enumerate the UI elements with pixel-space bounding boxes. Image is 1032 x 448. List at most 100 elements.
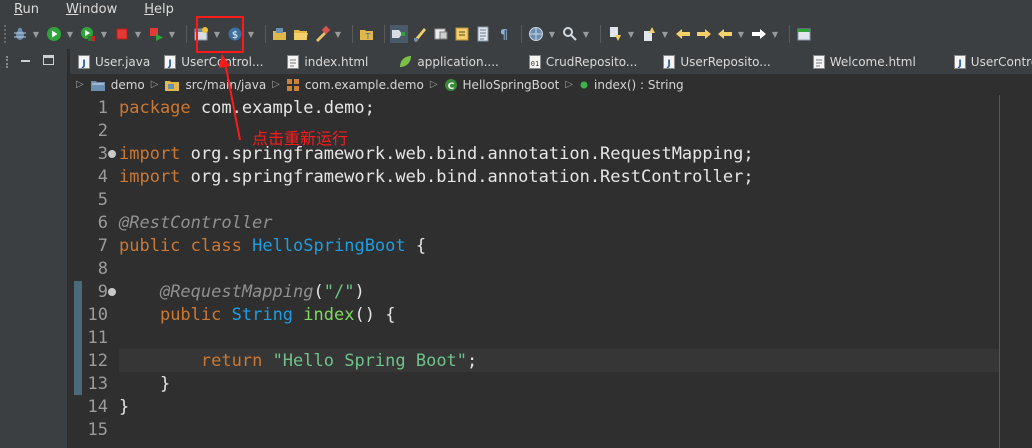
toggle-block-selection-button[interactable] [432, 25, 450, 43]
code-editor[interactable]: 1 2 3 4 5 6 7 8 9 10 11 12 13 14 15 pack… [70, 95, 1032, 448]
breadcrumb-item-source-folder[interactable]: src/main/java [164, 78, 266, 92]
svg-text:01: 01 [531, 60, 539, 68]
previous-edit-button[interactable] [674, 25, 692, 43]
debug-icon [14, 27, 26, 40]
relaunch-dropdown[interactable]: ▼ [168, 25, 176, 43]
open-folder-button[interactable] [292, 25, 310, 43]
minimize-icon[interactable] [21, 60, 30, 62]
line-number: 5 [97, 190, 108, 210]
show-whitespace-icon: ¶ [500, 28, 508, 42]
search-button[interactable] [561, 25, 579, 43]
svg-text:J: J [957, 59, 961, 69]
debug-button[interactable] [11, 25, 29, 43]
class-file-icon: 01 [528, 54, 541, 69]
previous-annotation-button[interactable] [640, 25, 658, 43]
line-number: 6 [97, 213, 108, 233]
maximize-icon[interactable] [43, 55, 54, 65]
tab-index-html[interactable]: index.html [269, 49, 374, 74]
breadcrumb-item-package[interactable]: com.example.demo [286, 78, 424, 92]
tab-crudrepository[interactable]: 01 CrudReposito... [505, 49, 644, 74]
line-number: 7 [97, 236, 108, 256]
class-icon: C [444, 78, 457, 92]
breadcrumb-separator-icon: ▷ [429, 79, 438, 90]
run-coverage-button[interactable] [79, 25, 97, 43]
terminate-dropdown[interactable]: ▼ [134, 25, 142, 43]
tab-usercontroller-2[interactable]: J UserContro... [922, 49, 1032, 74]
annotation-token: @RequestMapping [159, 282, 314, 302]
menu-bar: Run Window Help [0, 0, 1032, 19]
code-area[interactable]: package com.example.demo; import org.spr… [119, 95, 999, 448]
tab-label: UserReposito... [680, 54, 771, 69]
open-type-icon: T [360, 30, 373, 41]
breadcrumb-item-project[interactable]: demo [90, 78, 145, 92]
previous-annotation-dropdown[interactable]: ▼ [661, 25, 669, 43]
breadcrumb: ▷ demo ▷ src/main/java ▷ com.example.dem… [70, 74, 1032, 95]
code-line: public String index() { [119, 304, 395, 327]
line-number: 12 [87, 351, 108, 371]
forward-button[interactable] [750, 25, 768, 43]
tab-welcome-html[interactable]: Welcome.html [777, 49, 922, 74]
terminate-button[interactable] [113, 25, 131, 43]
tab-user-java[interactable]: J User.java [70, 49, 156, 74]
source-folder-icon [165, 80, 180, 91]
show-whitespace-button[interactable]: ¶ [495, 25, 513, 43]
run-coverage-dropdown[interactable]: ▼ [100, 25, 108, 43]
toolbar-separator [600, 25, 601, 43]
spring-properties-icon [400, 55, 412, 67]
tab-label: index.html [304, 54, 369, 69]
run-dropdown[interactable]: ▼ [66, 25, 74, 43]
globe-dropdown[interactable]: ▼ [548, 25, 556, 43]
tab-application[interactable]: application.... [374, 49, 504, 74]
show-source-button[interactable] [474, 25, 492, 43]
toolbar-grip[interactable] [4, 25, 8, 43]
show-javadoc-button[interactable] [453, 25, 471, 43]
run-button[interactable] [45, 25, 63, 43]
menu-window[interactable]: Window [66, 2, 117, 17]
spring-dropdown[interactable]: ▼ [247, 25, 255, 43]
code-line: import org.springframework.web.bind.anno… [119, 143, 754, 166]
line-number: 11 [87, 328, 108, 348]
line-number: 10 [87, 305, 108, 325]
fold-collapse-icon[interactable] [108, 288, 116, 296]
breadcrumb-item-method[interactable]: index() : String [579, 78, 684, 92]
open-type-button[interactable]: T [358, 25, 376, 43]
run-coverage-icon [81, 27, 95, 41]
back-button[interactable] [716, 25, 734, 43]
keyword: import [119, 144, 181, 164]
fold-collapse-icon[interactable] [108, 150, 116, 158]
class-name: HelloSpringBoot [252, 236, 406, 256]
next-annotation-dropdown[interactable]: ▼ [627, 25, 635, 43]
breadcrumb-item-class[interactable]: C HelloSpringBoot [444, 78, 559, 92]
menu-help[interactable]: Help [144, 2, 174, 17]
next-annotation-button[interactable] [606, 25, 624, 43]
search-dropdown[interactable]: ▼ [582, 25, 590, 43]
open-project-button[interactable] [271, 25, 289, 43]
line-number: 3 [97, 144, 108, 164]
debug-dropdown[interactable]: ▼ [32, 25, 40, 43]
relaunch-button[interactable] [147, 25, 165, 43]
forward-dropdown[interactable]: ▼ [771, 25, 779, 43]
back-dropdown[interactable]: ▼ [737, 25, 745, 43]
tab-userrepository[interactable]: J UserReposito... [643, 49, 776, 74]
code-text: } [159, 374, 171, 394]
code-line: @RestController [119, 212, 273, 235]
code-text: ) [354, 282, 365, 302]
toolbar-separator [384, 25, 385, 43]
next-edit-button[interactable] [695, 25, 713, 43]
toolbar-separator [352, 25, 353, 43]
panel-grip[interactable] [6, 56, 9, 68]
pin-editor-button[interactable] [795, 25, 813, 43]
build-icon [316, 26, 330, 42]
globe-button[interactable] [527, 25, 545, 43]
build-button[interactable] [313, 25, 331, 43]
line-number-gutter[interactable]: 1 2 3 4 5 6 7 8 9 10 11 12 13 14 15 [70, 95, 118, 448]
line-number: 4 [97, 167, 108, 187]
java-file-icon: J [663, 54, 676, 69]
svg-text:C: C [447, 82, 454, 92]
mark-occurrences-button[interactable] [411, 25, 429, 43]
build-dropdown[interactable]: ▼ [334, 25, 342, 43]
menu-run[interactable]: Run [14, 2, 39, 17]
svg-text:T: T [365, 32, 371, 41]
svg-text:J: J [667, 59, 671, 69]
toggle-breadcrumb-button[interactable] [390, 25, 408, 43]
